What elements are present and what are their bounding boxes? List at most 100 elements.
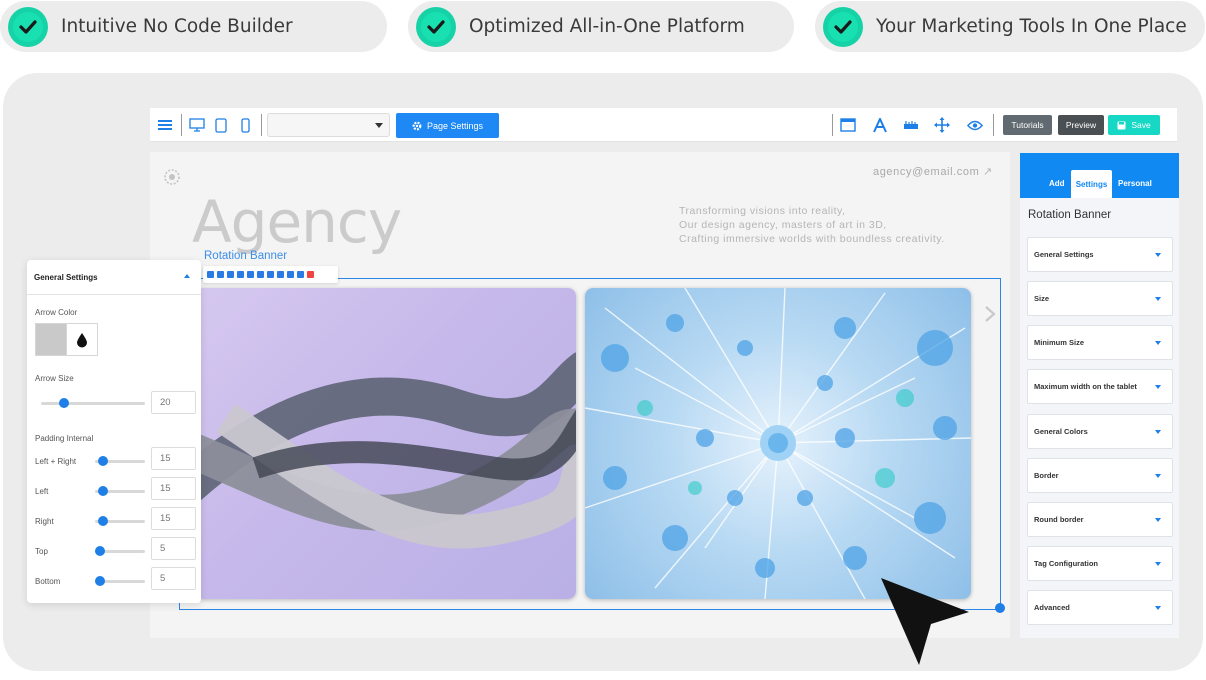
select-icon[interactable] xyxy=(207,271,214,278)
feature-pill-1: Intuitive No Code Builder xyxy=(0,1,387,52)
stack-icon[interactable] xyxy=(237,271,244,278)
ruler-icon[interactable] xyxy=(903,117,919,133)
padding-top-input[interactable]: 5 xyxy=(151,537,196,560)
section-border[interactable]: Border xyxy=(1027,458,1173,493)
add-icon[interactable] xyxy=(257,271,264,278)
panel-tabs: Add Settings Personal xyxy=(1020,153,1179,198)
tagline: Transforming visions into reality, Our d… xyxy=(679,205,945,245)
eye-icon[interactable] xyxy=(967,117,983,133)
save-icon xyxy=(1117,121,1126,129)
preview-button[interactable]: Preview xyxy=(1058,115,1104,135)
banner-slide-2[interactable] xyxy=(585,288,971,599)
layout-icon[interactable] xyxy=(840,117,856,133)
general-settings-card: General Settings Arrow Color Arrow Size … xyxy=(27,260,201,603)
padding-bottom-label: Bottom xyxy=(35,577,61,586)
page-settings-button[interactable]: Page Settings xyxy=(396,113,499,138)
align-icon[interactable] xyxy=(247,271,254,278)
slider-knob[interactable] xyxy=(98,456,108,466)
arrow-up-right-icon: ↗ xyxy=(983,166,993,178)
unlink-icon[interactable] xyxy=(297,271,304,278)
padding-left-input[interactable]: 15 xyxy=(151,477,196,500)
tab-personal[interactable]: Personal xyxy=(1118,179,1152,188)
divider xyxy=(993,114,994,136)
caret-down-icon xyxy=(375,123,383,128)
padding-left-label: Left xyxy=(35,487,49,496)
edit-icon[interactable] xyxy=(217,271,224,278)
tutorials-label: Tutorials xyxy=(1011,120,1044,130)
feature-label: Intuitive No Code Builder xyxy=(61,16,293,37)
section-size[interactable]: Size xyxy=(1027,281,1173,316)
feature-pill-2: Optimized All-in-One Platform xyxy=(408,1,794,52)
feature-label: Optimized All-in-One Platform xyxy=(469,16,745,37)
section-general-settings[interactable]: General Settings xyxy=(1027,237,1173,272)
divider xyxy=(832,114,833,136)
check-circle-icon xyxy=(8,7,48,47)
delete-icon[interactable] xyxy=(307,271,314,278)
typography-icon[interactable] xyxy=(872,117,888,133)
layers-icon[interactable] xyxy=(227,271,234,278)
section-advanced[interactable]: Advanced xyxy=(1027,590,1173,625)
editor-toolbar: Page Settings Tutorials Preview Save xyxy=(150,108,1177,142)
caret-down-icon xyxy=(1155,341,1161,345)
check-circle-icon xyxy=(416,7,456,47)
slider-knob[interactable] xyxy=(95,546,105,556)
page-settings-label: Page Settings xyxy=(426,120,484,131)
element-toolbar[interactable] xyxy=(203,266,338,283)
preview-label: Preview xyxy=(1065,120,1097,130)
section-minimum-size[interactable]: Minimum Size xyxy=(1027,325,1173,360)
menu-icon[interactable] xyxy=(157,117,173,133)
gear-icon xyxy=(412,121,422,130)
arrow-color-picker[interactable] xyxy=(35,323,98,356)
general-settings-header[interactable]: General Settings xyxy=(27,260,201,295)
padding-left-right-label: Left + Right xyxy=(35,457,77,466)
feature-pill-3: Your Marketing Tools In One Place xyxy=(815,1,1205,52)
check-circle-icon xyxy=(823,7,863,47)
tab-settings[interactable]: Settings xyxy=(1071,170,1112,198)
prev-icon[interactable] xyxy=(267,271,274,278)
padding-bottom-input[interactable]: 5 xyxy=(151,567,196,590)
section-round-border[interactable]: Round border xyxy=(1027,502,1173,537)
section-tablet-width[interactable]: Maximum width on the tablet xyxy=(1027,369,1173,404)
tab-add[interactable]: Add xyxy=(1049,179,1065,188)
save-label: Save xyxy=(1131,120,1151,130)
caret-down-icon xyxy=(1155,253,1161,257)
caret-down-icon xyxy=(1155,297,1161,301)
color-swatch[interactable] xyxy=(36,324,67,355)
droplet-icon[interactable] xyxy=(66,324,97,355)
caret-down-icon xyxy=(1155,518,1161,522)
banner-slide-1[interactable] xyxy=(196,288,576,599)
caret-up-icon xyxy=(184,274,190,278)
slider-knob[interactable] xyxy=(95,576,105,586)
section-tag-configuration[interactable]: Tag Configuration xyxy=(1027,546,1173,581)
padding-left-right-input[interactable]: 15 xyxy=(151,447,196,470)
move-icon[interactable] xyxy=(934,117,950,133)
chevron-right-icon[interactable] xyxy=(984,305,996,323)
section-general-colors[interactable]: General Colors xyxy=(1027,414,1173,449)
tablet-icon[interactable] xyxy=(213,117,229,133)
resize-handle[interactable] xyxy=(995,603,1005,613)
padding-right-label: Right xyxy=(35,517,54,526)
copy-icon[interactable] xyxy=(287,271,294,278)
contact-email[interactable]: agency@email.com ↗ xyxy=(873,165,993,178)
arrow-color-label: Arrow Color xyxy=(35,308,78,317)
save-button[interactable]: Save xyxy=(1108,115,1160,135)
padding-top-label: Top xyxy=(35,547,48,556)
page-heading: Agency xyxy=(192,188,402,256)
slider-knob[interactable] xyxy=(59,398,69,408)
tutorials-button[interactable]: Tutorials xyxy=(1003,115,1052,135)
feature-label: Your Marketing Tools In One Place xyxy=(876,16,1187,37)
divider xyxy=(181,114,182,136)
next-icon[interactable] xyxy=(277,271,284,278)
caret-down-icon xyxy=(1155,385,1161,389)
desktop-icon[interactable] xyxy=(189,117,205,133)
padding-right-input[interactable]: 15 xyxy=(151,507,196,530)
arrow-size-input[interactable]: 20 xyxy=(151,391,196,414)
padding-label: Padding Internal xyxy=(35,434,94,443)
cursor-arrow-icon xyxy=(879,576,971,668)
slider-knob[interactable] xyxy=(98,486,108,496)
slider-knob[interactable] xyxy=(98,516,108,526)
device-select[interactable] xyxy=(267,113,390,137)
arrow-size-slider[interactable] xyxy=(41,402,145,405)
caret-down-icon xyxy=(1155,430,1161,434)
mobile-icon[interactable] xyxy=(237,117,253,133)
